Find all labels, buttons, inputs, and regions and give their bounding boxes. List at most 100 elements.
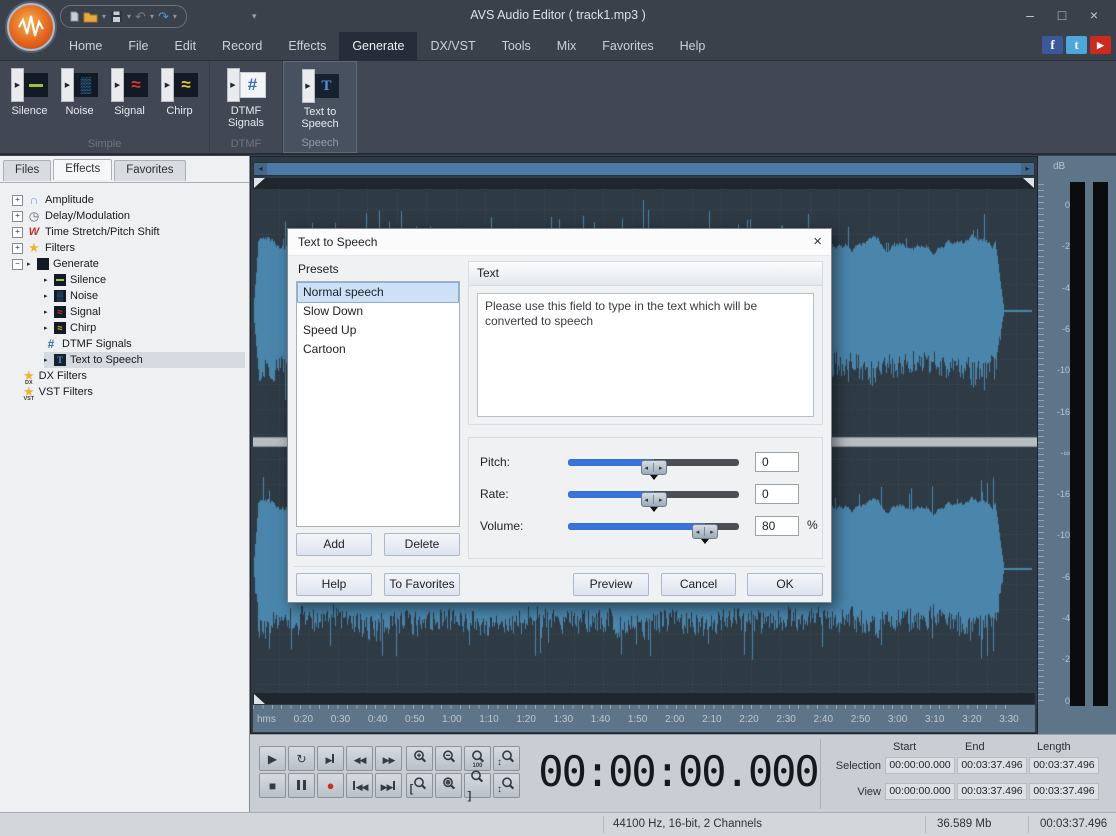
tree-expander-icon[interactable]: + (12, 243, 23, 254)
rate-value-field[interactable]: 0 (755, 484, 799, 504)
menu-tab-file[interactable]: File (115, 32, 161, 60)
preset-item-normal-speech[interactable]: Normal speech (298, 283, 458, 302)
panel-tab-favorites[interactable]: Favorites (114, 160, 185, 181)
go-to-end-button[interactable]: ▶▶ (375, 773, 402, 798)
pitch-slider[interactable]: ◂▸ (568, 459, 739, 466)
youtube-icon[interactable]: ▶ (1090, 36, 1111, 54)
tree-item-vst-filters[interactable]: ★VSTVST Filters (8, 384, 245, 400)
playhead-end-marker[interactable] (1023, 178, 1034, 188)
tree-expander-icon[interactable]: + (12, 227, 23, 238)
record-button[interactable]: ● (317, 773, 344, 798)
tree-item-noise[interactable]: ▸▒Noise (44, 288, 245, 304)
playhead-bottom-marker[interactable] (254, 694, 265, 704)
zoom-out-button[interactable] (435, 746, 462, 771)
ribbon-button-text-to-speech[interactable]: ▶TText to Speech (290, 69, 350, 130)
rate-slider[interactable]: ◂▸ (568, 491, 739, 498)
dialog-close-icon[interactable]: × (813, 233, 822, 251)
play-button[interactable]: ▶ (259, 746, 286, 771)
ribbon-button-dtmf-signals[interactable]: ▶#DTMF Signals (216, 68, 276, 129)
panel-tab-effects[interactable]: Effects (53, 159, 112, 180)
stop-button[interactable]: ■ (259, 773, 286, 798)
view-end-field[interactable]: 00:03:37.496 (957, 783, 1027, 800)
twitter-icon[interactable]: t (1066, 36, 1087, 54)
tts-text-input[interactable]: Please use this field to type in the tex… (477, 293, 814, 417)
timeline-ruler[interactable]: hms0:200:300:400:501:001:101:201:301:401… (253, 705, 1035, 732)
tree-item-dx-filters[interactable]: ★DXDX Filters (8, 368, 245, 384)
playhead-start-marker[interactable] (254, 178, 265, 188)
tree-item-dtmf-signals[interactable]: #DTMF Signals (44, 336, 245, 352)
tree-expander-icon[interactable]: − (12, 259, 23, 270)
zoom-in-button[interactable] (406, 746, 433, 771)
go-to-start-button[interactable]: ◀◀ (346, 773, 373, 798)
zoom-vertical-in-button[interactable]: ↕ (493, 746, 520, 771)
view-start-field[interactable]: 00:00:00.000 (885, 783, 955, 800)
zoom-selection-end-button[interactable]: ] (464, 773, 491, 798)
pitch-value-field[interactable]: 0 (755, 452, 799, 472)
tree-item-delay-modulation[interactable]: +◷Delay/Modulation (8, 208, 245, 224)
zoom-100-button[interactable]: 100 (464, 746, 491, 771)
waveform-scrollbar[interactable]: ◂▸ (253, 162, 1035, 176)
menu-tab-home[interactable]: Home (56, 32, 115, 60)
maximize-button[interactable]: □ (1046, 4, 1078, 26)
volume-value-field[interactable]: 80 (755, 516, 799, 536)
scroll-right-icon[interactable]: ▸ (1021, 163, 1034, 175)
selection-start-field[interactable]: 00:00:00.000 (885, 757, 955, 774)
ribbon-button-noise[interactable]: ▶▒Noise (56, 68, 103, 117)
rewind-button[interactable]: ◀◀ (346, 746, 373, 771)
minimize-button[interactable]: – (1014, 4, 1046, 26)
preset-item-slow-down[interactable]: Slow Down (298, 302, 458, 321)
fast-forward-button[interactable]: ▶▶ (375, 746, 402, 771)
menu-tab-tools[interactable]: Tools (489, 32, 544, 60)
rate-slider-handle[interactable]: ◂▸ (641, 492, 667, 507)
scroll-left-icon[interactable]: ◂ (254, 163, 267, 175)
play-loop-button[interactable]: ↻ (288, 746, 315, 771)
preset-item-speed-up[interactable]: Speed Up (298, 321, 458, 340)
pitch-slider-handle[interactable]: ◂▸ (641, 460, 667, 475)
app-logo-icon[interactable] (7, 3, 55, 51)
menu-tab-edit[interactable]: Edit (162, 32, 210, 60)
tree-expander-icon[interactable]: + (12, 195, 23, 206)
tree-item-generate[interactable]: −▸Generate (8, 256, 245, 272)
facebook-icon[interactable]: f (1042, 36, 1063, 54)
add-button[interactable]: Add (296, 533, 372, 556)
zoom-selection-start-button[interactable]: [ (406, 773, 433, 798)
ribbon-button-chirp[interactable]: ▶≈Chirp (156, 68, 203, 117)
zoom-vertical-out-button[interactable]: ↕ (493, 773, 520, 798)
menu-tab-effects[interactable]: Effects (275, 32, 339, 60)
cancel-button[interactable]: Cancel (661, 573, 736, 596)
presets-listbox[interactable]: Normal speechSlow DownSpeed UpCartoon (296, 281, 460, 527)
ok-button[interactable]: OK (747, 573, 823, 596)
tree-item-text-to-speech[interactable]: ▸TText to Speech (44, 352, 245, 368)
preset-item-cartoon[interactable]: Cartoon (298, 340, 458, 359)
tree-item-silence[interactable]: ▸Silence (44, 272, 245, 288)
menu-tab-record[interactable]: Record (209, 32, 275, 60)
ribbon-button-signal[interactable]: ▶≈Signal (106, 68, 153, 117)
tree-item-amplitude[interactable]: +∩Amplitude (8, 192, 245, 208)
delete-button[interactable]: Delete (384, 533, 460, 556)
zoom-to-selection-button[interactable] (435, 773, 462, 798)
selection-end-field[interactable]: 00:03:37.496 (957, 757, 1027, 774)
tree-item-chirp[interactable]: ▸≈Chirp (44, 320, 245, 336)
play-to-end-button[interactable]: ▶ (317, 746, 344, 771)
menu-tab-help[interactable]: Help (667, 32, 719, 60)
volume-slider-handle[interactable]: ◂▸ (692, 524, 718, 539)
tree-item-time-stretch-pitch-shift[interactable]: +WTime Stretch/Pitch Shift (8, 224, 245, 240)
pause-button[interactable] (288, 773, 315, 798)
menu-tab-favorites[interactable]: Favorites (589, 32, 666, 60)
menu-tab-dx-vst[interactable]: DX/VST (417, 32, 488, 60)
ribbon-button-silence[interactable]: ▶Silence (6, 68, 53, 117)
tree-item-filters[interactable]: +★Filters (8, 240, 245, 256)
to-favorites-button[interactable]: To Favorites (384, 573, 460, 596)
selection-length-field[interactable]: 00:03:37.496 (1029, 757, 1099, 774)
tree-item-signal[interactable]: ▸≈Signal (44, 304, 245, 320)
close-button[interactable]: × (1078, 4, 1110, 26)
panel-tab-files[interactable]: Files (3, 160, 51, 181)
dialog-title[interactable]: Text to Speech (288, 229, 831, 256)
view-length-field[interactable]: 00:03:37.496 (1029, 783, 1099, 800)
volume-slider[interactable]: ◂▸ (568, 523, 739, 530)
menu-tab-generate[interactable]: Generate (339, 32, 417, 60)
menu-tab-mix[interactable]: Mix (544, 32, 589, 60)
preview-button[interactable]: Preview (573, 573, 649, 596)
help-button[interactable]: Help (296, 573, 372, 596)
tree-expander-icon[interactable]: + (12, 211, 23, 222)
